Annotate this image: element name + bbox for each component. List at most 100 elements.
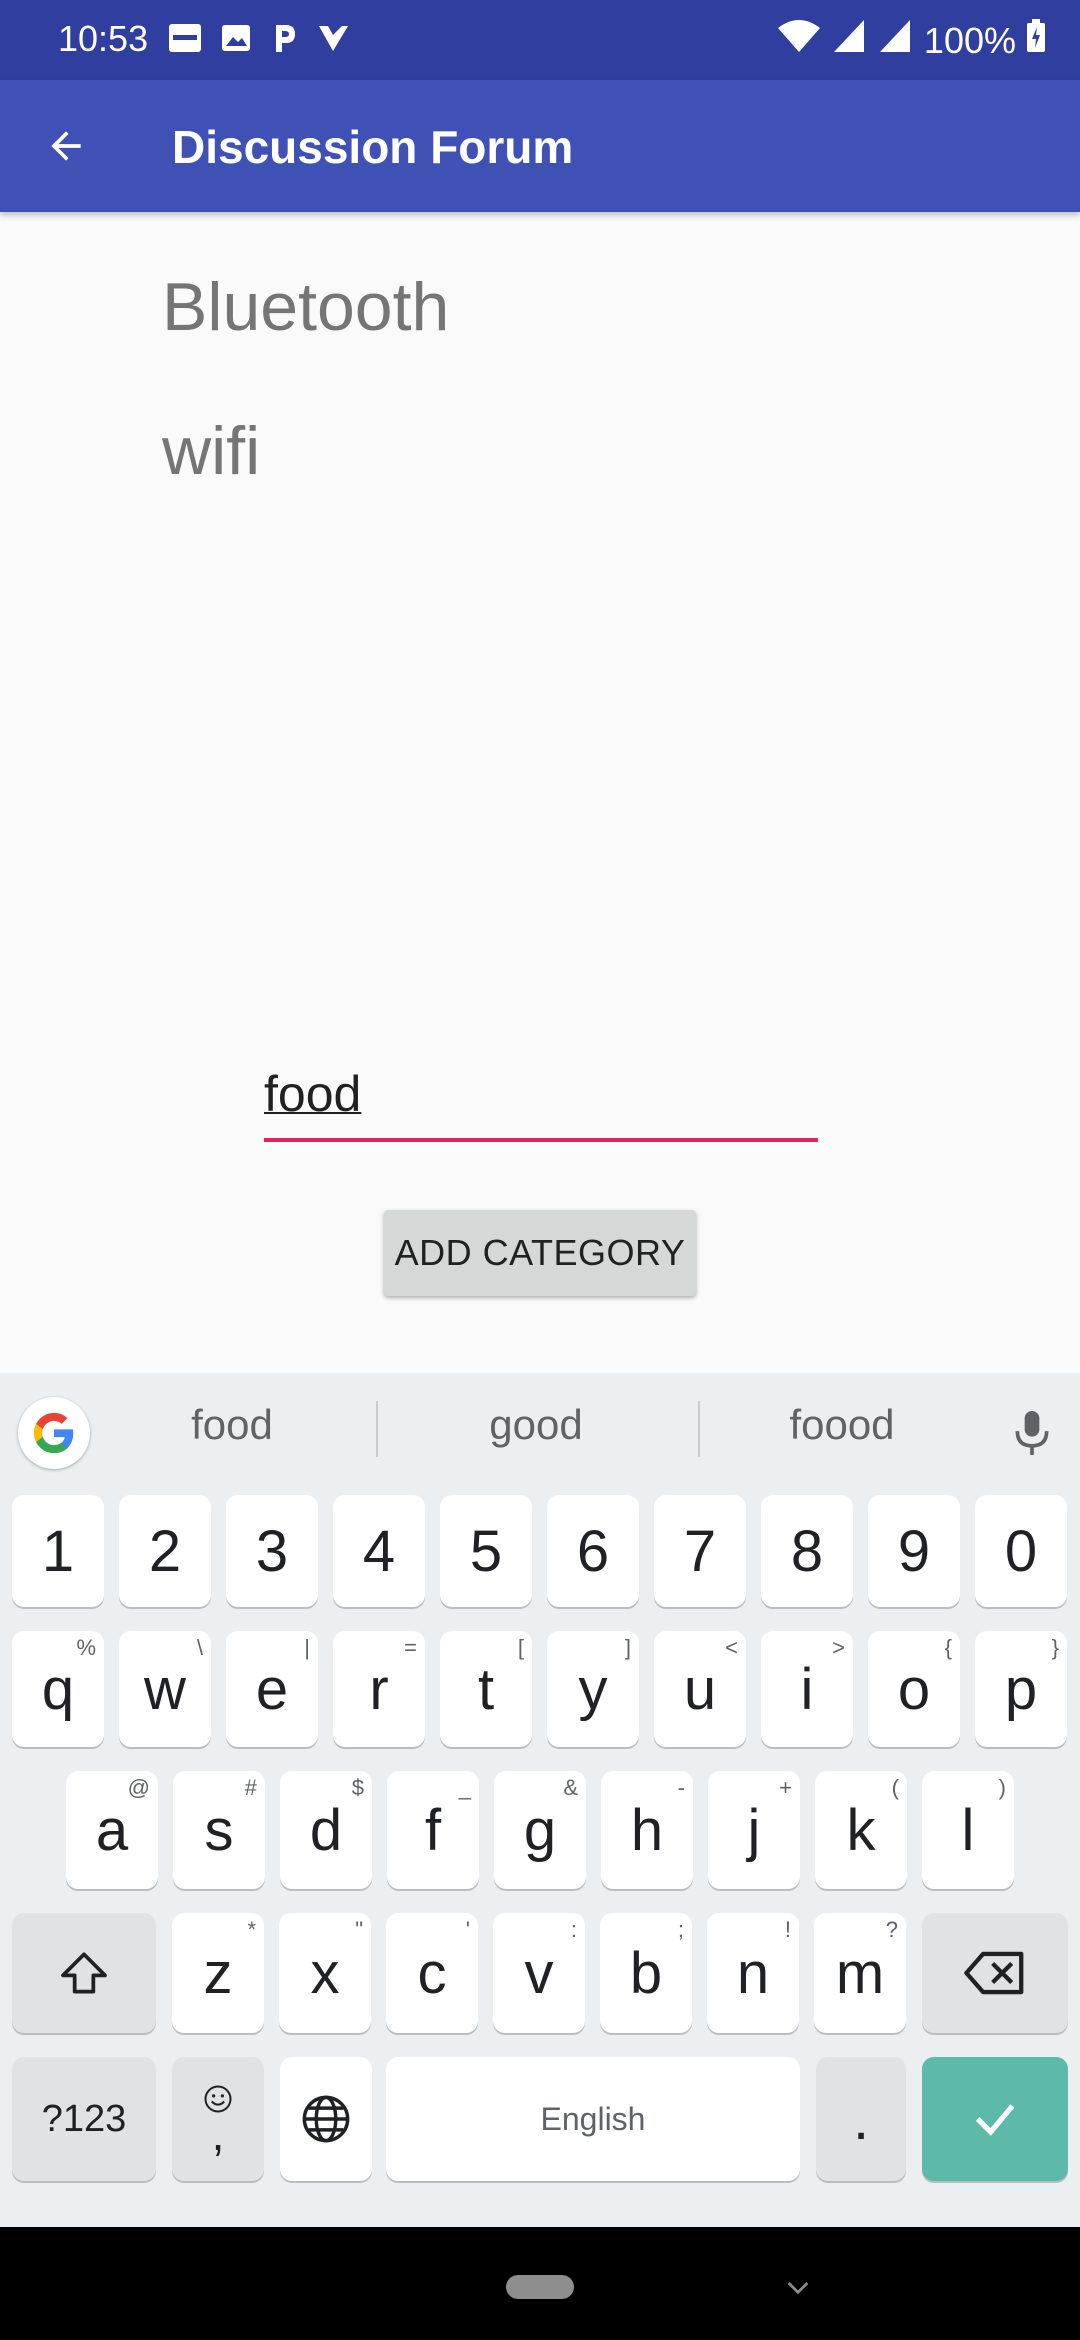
key-c[interactable]: c '	[386, 1913, 478, 2033]
category-input[interactable]	[264, 1050, 818, 1138]
key-z[interactable]: z *	[172, 1913, 264, 2033]
key-2[interactable]: 2	[119, 1495, 211, 1607]
enter-key[interactable]	[922, 2057, 1068, 2181]
key-label: f	[424, 1797, 442, 1863]
key-k[interactable]: k(	[815, 1771, 907, 1889]
key-label: w	[144, 1656, 186, 1722]
key-t[interactable]: t[	[440, 1631, 532, 1747]
category-item[interactable]: wifi	[162, 412, 260, 490]
key-o[interactable]: o{	[868, 1631, 960, 1747]
key-x[interactable]: x "	[279, 1913, 371, 2033]
signal-roaming-icon	[878, 18, 914, 63]
key-hint: &	[563, 1775, 578, 1800]
key-hint: _	[458, 1775, 471, 1800]
key-label: a	[95, 1797, 129, 1863]
key-s[interactable]: s #	[173, 1771, 265, 1889]
status-right: 100%	[776, 18, 1046, 63]
key-e[interactable]: e |	[226, 1631, 318, 1747]
key-i[interactable]: i >	[761, 1631, 853, 1747]
shift-key[interactable]	[12, 1913, 156, 2033]
key-p[interactable]: p}	[975, 1631, 1067, 1747]
notification-icons	[168, 22, 350, 54]
key-hint: >	[832, 1635, 845, 1660]
wifi-icon	[776, 18, 822, 63]
key-r[interactable]: r =	[333, 1631, 425, 1747]
key-label: t	[477, 1656, 495, 1722]
key-7[interactable]: 7	[654, 1495, 746, 1607]
suggestion-divider	[376, 1401, 378, 1457]
key-d[interactable]: d $	[280, 1771, 372, 1889]
space-key[interactable]: English	[386, 2057, 800, 2181]
key-1[interactable]: 1	[12, 1495, 104, 1607]
check-icon	[316, 23, 350, 53]
key-hint: {	[944, 1635, 952, 1660]
symbols-key[interactable]: ?123	[12, 2057, 156, 2181]
emoji-comma-key[interactable]: ,	[172, 2057, 264, 2181]
key-m[interactable]: m?	[814, 1913, 906, 2033]
key-b[interactable]: b;	[600, 1913, 692, 2033]
key-hint: !	[784, 1917, 791, 1942]
key-f[interactable]: f _	[387, 1771, 479, 1889]
key-3[interactable]: 3	[226, 1495, 318, 1607]
key-hint: $	[351, 1775, 364, 1800]
hide-keyboard-button[interactable]	[782, 2271, 814, 2308]
key-hint: )	[998, 1775, 1006, 1800]
add-category-button[interactable]: ADD CATEGORY	[384, 1210, 696, 1296]
status-bar: 10:53 100%	[0, 0, 1080, 80]
key-label: 7	[683, 1518, 717, 1584]
key-h[interactable]: h-	[601, 1771, 693, 1889]
key-n[interactable]: n!	[707, 1913, 799, 2033]
key-label: v	[524, 1940, 554, 2006]
key-0[interactable]: 0	[975, 1495, 1067, 1607]
key-u[interactable]: u <	[654, 1631, 746, 1747]
key-label: 8	[790, 1518, 824, 1584]
key-4[interactable]: 4	[333, 1495, 425, 1607]
google-button[interactable]	[18, 1397, 90, 1469]
language-key[interactable]	[280, 2057, 372, 2181]
key-a[interactable]: a @	[66, 1771, 158, 1889]
key-5[interactable]: 5	[440, 1495, 532, 1607]
back-button[interactable]	[38, 118, 94, 174]
mic-icon	[1015, 1411, 1049, 1455]
key-6[interactable]: 6	[547, 1495, 639, 1607]
key-hint: <	[725, 1635, 738, 1660]
key-label: 3	[255, 1518, 289, 1584]
signal-icon	[832, 18, 868, 63]
battery-level: 100%	[923, 19, 1016, 61]
chevron-down-icon	[787, 2282, 809, 2295]
key-hint: -	[677, 1775, 685, 1800]
key-label: 5	[469, 1518, 503, 1584]
key-l[interactable]: l)	[922, 1771, 1014, 1889]
key-label: 1	[41, 1518, 75, 1584]
period-key[interactable]: .	[816, 2057, 906, 2181]
mic-button[interactable]	[1010, 1407, 1054, 1464]
key-j[interactable]: j +	[708, 1771, 800, 1889]
key-hint: ]	[624, 1635, 631, 1660]
home-pill[interactable]	[506, 2275, 574, 2299]
key-label: c	[417, 1940, 447, 2006]
suggestion-2[interactable]: good	[416, 1401, 656, 1449]
key-label: p	[1004, 1656, 1038, 1722]
key-label: 9	[897, 1518, 931, 1584]
keyboard: food good foood ?123 , English . 1 2 3 4 5 6 7…	[0, 1373, 1080, 2227]
key-label: o	[897, 1656, 931, 1722]
key-y[interactable]: y]	[547, 1631, 639, 1747]
parking-icon	[270, 22, 298, 54]
key-9[interactable]: 9	[868, 1495, 960, 1607]
key-label: e	[255, 1656, 289, 1722]
key-label: 0	[1004, 1518, 1038, 1584]
suggestion-1[interactable]: food	[112, 1401, 352, 1449]
key-w[interactable]: w \	[119, 1631, 211, 1747]
key-q[interactable]: q%	[12, 1631, 104, 1747]
backspace-key[interactable]	[922, 1913, 1068, 2033]
key-hint: :	[570, 1917, 577, 1942]
suggestion-strip: food good foood	[0, 1373, 1080, 1493]
key-label: q	[41, 1656, 75, 1722]
suggestion-3[interactable]: foood	[722, 1401, 962, 1449]
key-hint: |	[304, 1635, 310, 1660]
key-g[interactable]: g &	[494, 1771, 586, 1889]
category-item[interactable]: Bluetooth	[162, 268, 449, 346]
key-8[interactable]: 8	[761, 1495, 853, 1607]
key-label: n	[736, 1940, 770, 2006]
key-v[interactable]: v:	[493, 1913, 585, 2033]
